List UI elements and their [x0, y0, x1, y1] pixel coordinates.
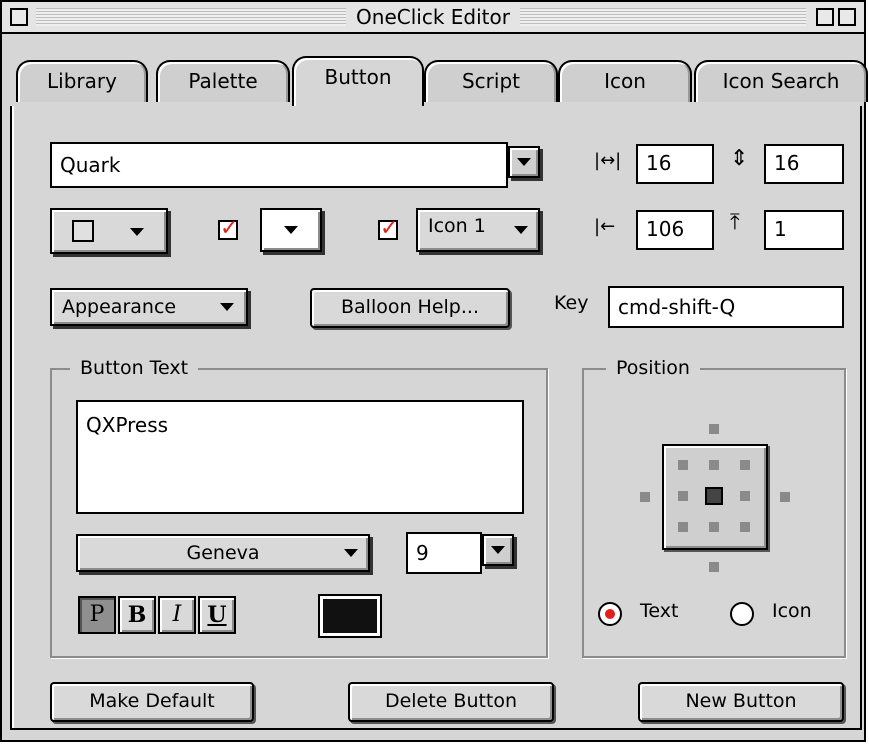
button-text-group: Button Text QXPress Geneva 9 P B I U [50, 356, 548, 658]
frame-style-popup[interactable] [50, 208, 168, 254]
icon-popup[interactable]: Icon 1 [416, 208, 540, 252]
tab-icon-search[interactable]: Icon Search [694, 60, 868, 102]
button-text-area[interactable]: QXPress [76, 400, 524, 514]
underline-style-button[interactable]: U [198, 596, 236, 634]
chevron-down-icon [517, 158, 531, 166]
check-icon: ✓ [380, 216, 399, 241]
font-size-dropdown-button[interactable] [482, 534, 514, 566]
font-popup-label: Geneva [186, 542, 260, 564]
tab-palette[interactable]: Palette [156, 60, 290, 102]
icon-checkbox[interactable]: ✓ [378, 216, 399, 241]
position-cell[interactable] [709, 460, 719, 470]
editor-window: OneClick Editor Library Palette Button S… [0, 0, 868, 742]
position-bottom-marker[interactable] [709, 562, 719, 572]
palette-name-field[interactable]: Quark [50, 142, 508, 188]
position-cell[interactable] [678, 522, 688, 532]
tab-script[interactable]: Script [424, 60, 558, 102]
tab-icon[interactable]: Icon [558, 60, 692, 102]
radio-icon[interactable] [730, 602, 754, 626]
chevron-down-icon [130, 228, 144, 236]
button-text-group-title: Button Text [70, 356, 199, 380]
delete-button-button[interactable]: Delete Button [348, 682, 554, 722]
tab-button[interactable]: Button [292, 56, 424, 106]
left-offset-icon: |← [594, 216, 616, 237]
width-field[interactable]: 16 [636, 144, 714, 184]
key-label: Key [554, 292, 589, 314]
zoom-box-icon[interactable] [816, 8, 834, 26]
chevron-down-icon [491, 546, 505, 554]
position-cell[interactable] [740, 522, 750, 532]
chevron-down-icon [220, 303, 234, 311]
plain-style-button[interactable]: P [78, 596, 116, 634]
color-checkbox[interactable]: ✓ [218, 216, 239, 241]
text-color-fill [323, 599, 377, 633]
appearance-popup[interactable]: Appearance [50, 288, 248, 326]
key-field[interactable]: cmd-shift-Q [608, 286, 844, 328]
new-button-button[interactable]: New Button [638, 682, 844, 722]
width-icon: |↔| [594, 150, 622, 171]
position-cell[interactable] [678, 491, 688, 501]
position-grid[interactable] [608, 410, 824, 600]
position-cell[interactable] [709, 522, 719, 532]
left-offset-field[interactable]: 106 [636, 210, 714, 250]
radio-selected-dot [605, 609, 615, 619]
balloon-help-button[interactable]: Balloon Help... [310, 288, 510, 328]
tab-bar: Library Palette Button Script Icon Icon … [8, 56, 868, 106]
position-top-marker[interactable] [709, 424, 719, 434]
font-size-field[interactable]: 9 [406, 532, 482, 574]
chevron-down-icon [344, 549, 358, 557]
top-offset-field[interactable]: 1 [764, 210, 844, 250]
window-title: OneClick Editor [346, 4, 520, 30]
make-default-button[interactable]: Make Default [50, 682, 254, 722]
appearance-label: Appearance [62, 296, 177, 318]
position-selected-cell[interactable] [705, 487, 723, 505]
height-icon: ⇕ [730, 146, 749, 171]
radio-text-label: Text [640, 600, 679, 622]
chevron-down-icon [514, 226, 528, 234]
position-cell[interactable] [740, 460, 750, 470]
chevron-down-icon [284, 226, 298, 234]
italic-style-button[interactable]: I [158, 596, 196, 634]
color-popup[interactable] [260, 208, 322, 252]
check-icon: ✓ [220, 216, 239, 241]
title-bar[interactable]: OneClick Editor [2, 2, 864, 34]
bold-style-button[interactable]: B [118, 596, 156, 634]
palette-dropdown-button[interactable] [508, 146, 540, 178]
radio-icon-label: Icon [772, 600, 812, 622]
text-color-swatch[interactable] [318, 594, 382, 638]
frame-style-swatch [72, 220, 94, 242]
button-panel: Quark |↔| 16 ⇕ 16 ✓ ✓ Icon 1 |← 106 ⤒ 1 … [10, 106, 862, 730]
position-left-marker[interactable] [640, 492, 650, 502]
style-buttons: P B I U [78, 596, 238, 636]
radio-text[interactable] [598, 602, 622, 626]
position-group-title: Position [606, 356, 700, 380]
position-cell[interactable] [678, 460, 688, 470]
collapse-box-icon[interactable] [838, 8, 856, 26]
position-center-box [662, 444, 768, 550]
tab-library[interactable]: Library [16, 60, 148, 102]
position-cell[interactable] [740, 491, 750, 501]
height-field[interactable]: 16 [764, 144, 844, 184]
font-popup[interactable]: Geneva [76, 534, 370, 572]
close-box-icon[interactable] [10, 8, 28, 26]
position-group: Position Text Icon [582, 356, 846, 658]
top-offset-icon: ⤒ [730, 210, 740, 235]
position-right-marker[interactable] [780, 492, 790, 502]
icon-popup-label: Icon 1 [428, 215, 486, 237]
